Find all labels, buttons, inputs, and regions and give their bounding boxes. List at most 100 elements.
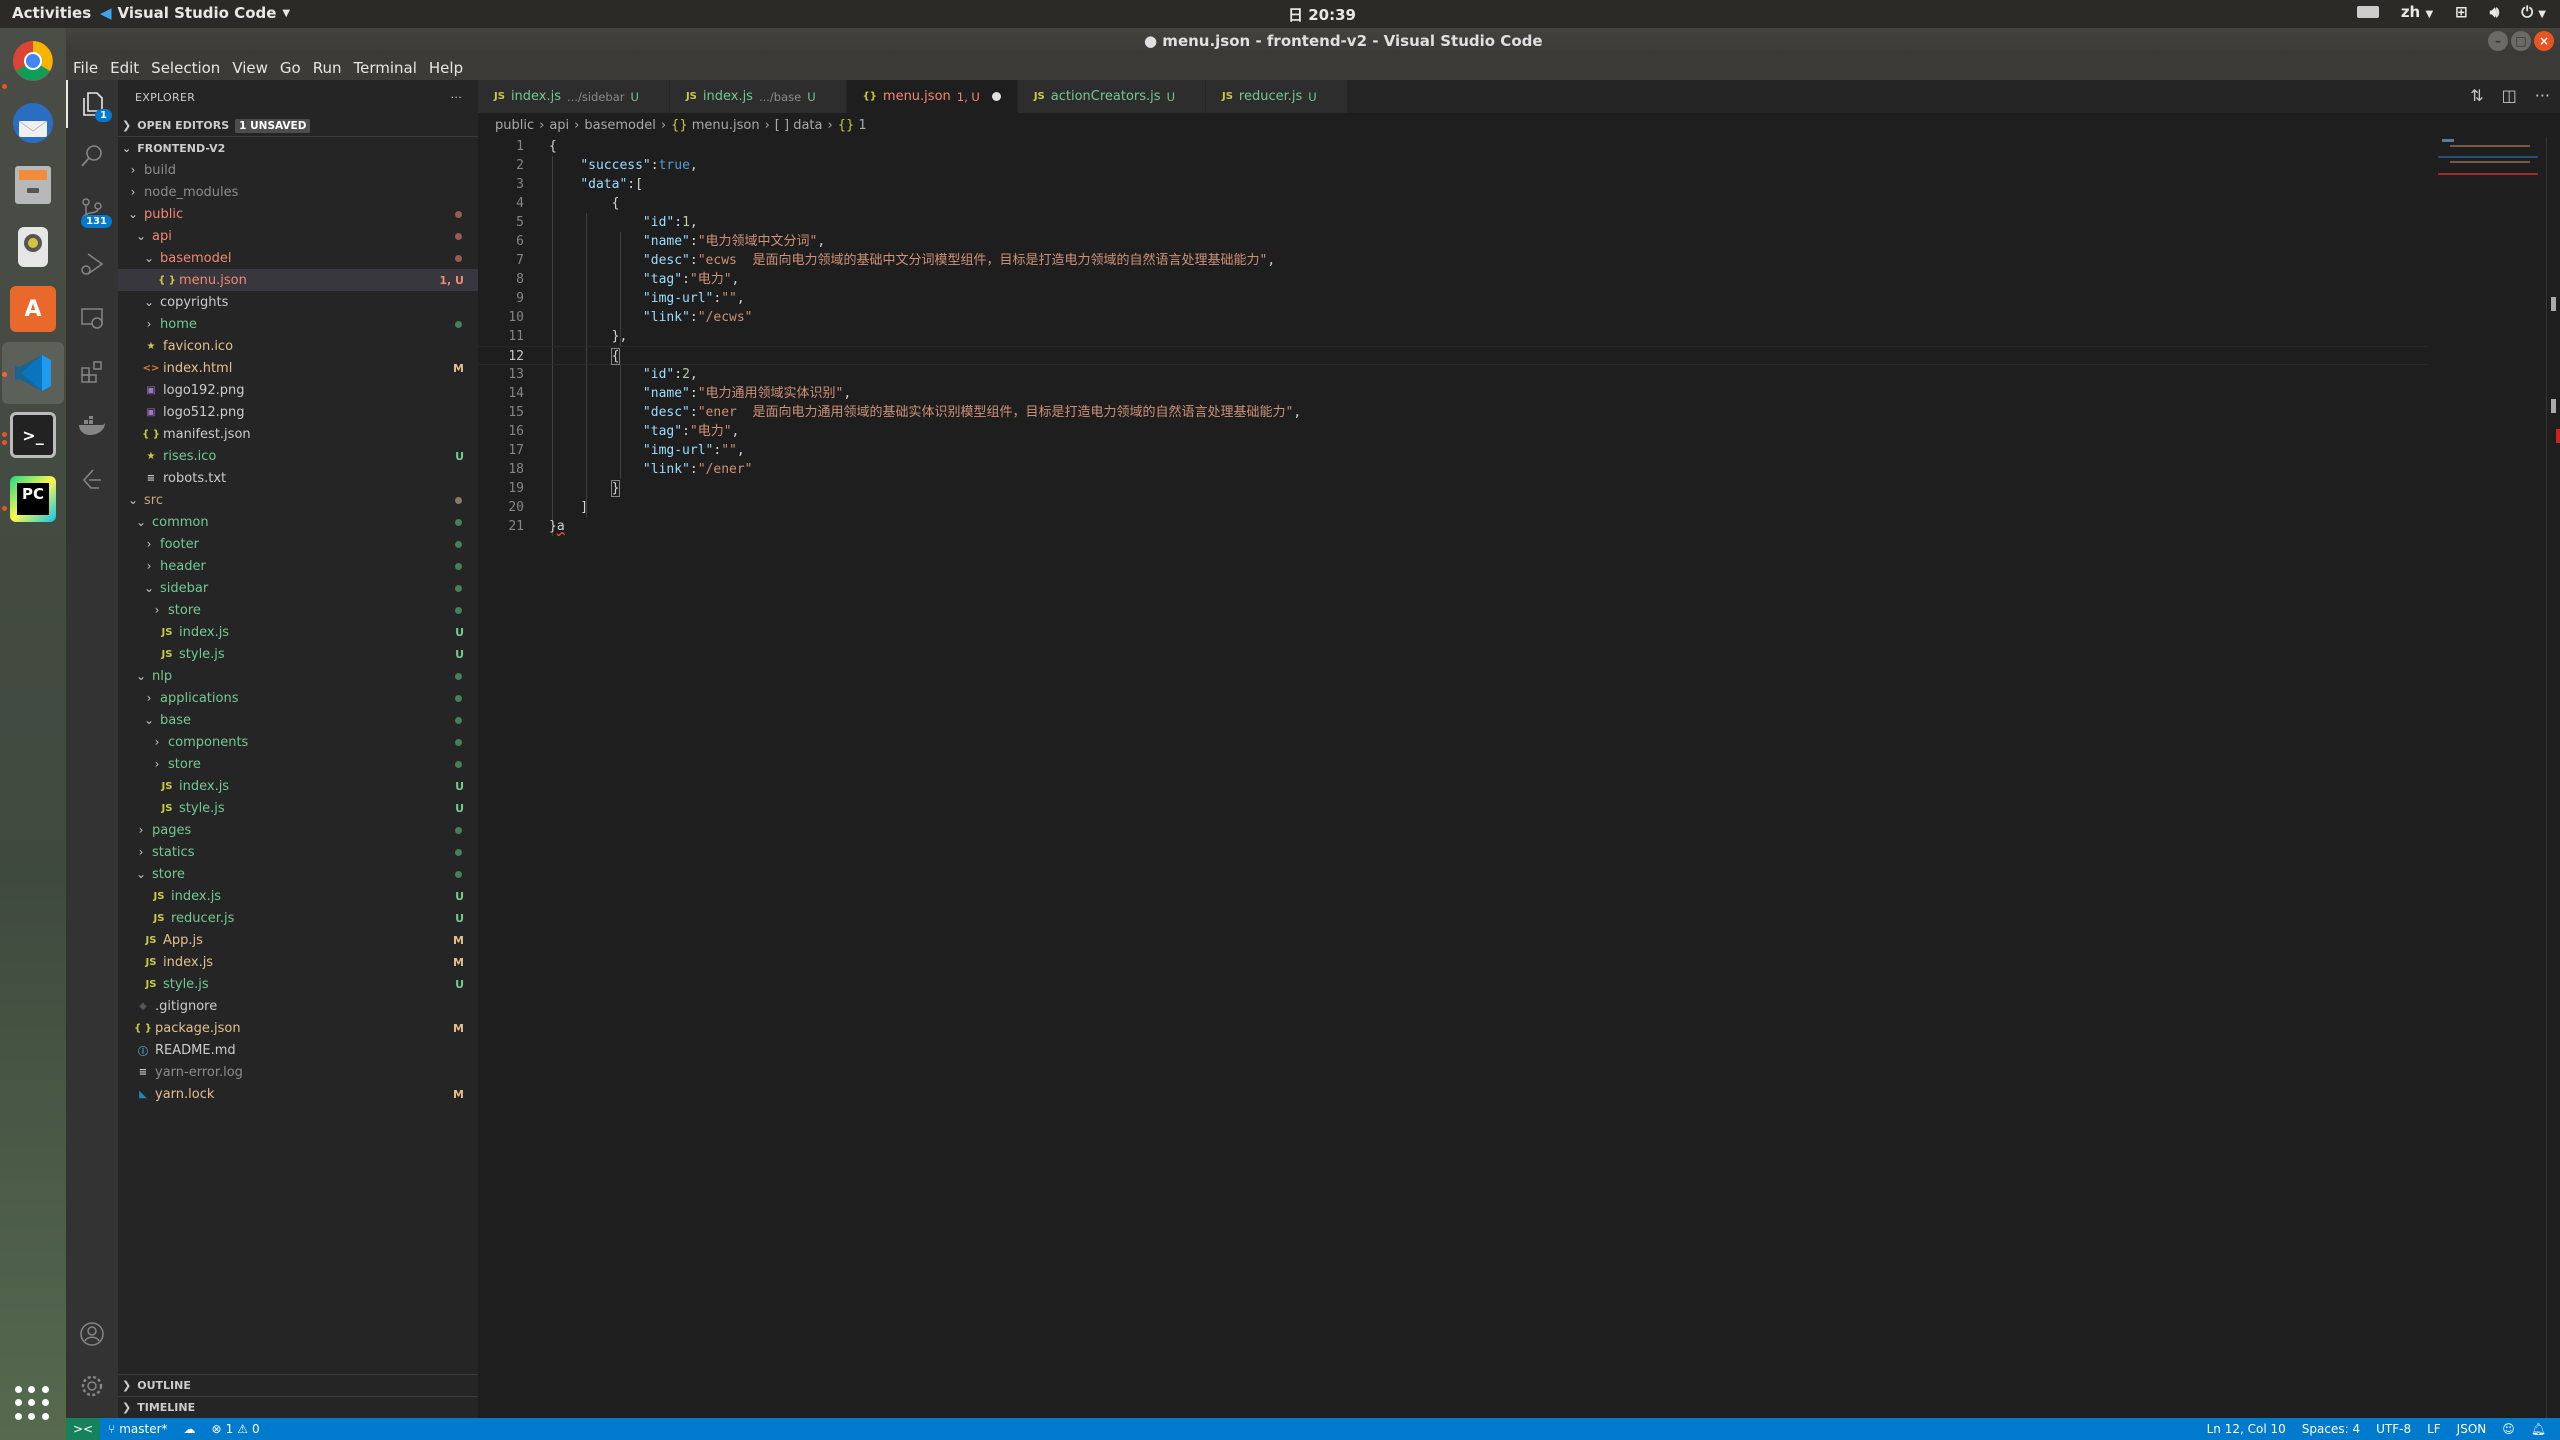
menu-go[interactable]: Go	[280, 59, 301, 77]
tree-file[interactable]: JS index.js U	[118, 621, 478, 643]
keyboard-icon[interactable]	[2356, 6, 2379, 18]
tree-folder[interactable]: › header	[118, 555, 478, 577]
activity-explorer[interactable]: 1	[66, 80, 118, 128]
menu-help[interactable]: Help	[429, 59, 463, 77]
dock-terminal[interactable]: >_	[10, 412, 56, 458]
menu-edit[interactable]: Edit	[110, 59, 139, 77]
vertical-scrollbar[interactable]	[2546, 137, 2560, 1418]
split-editor-icon[interactable]: ◫	[2502, 86, 2517, 105]
code-line[interactable]: 20 ]	[478, 498, 2478, 517]
maximize-button[interactable]: □	[2511, 31, 2531, 51]
code-line[interactable]: 15 "desc":"ener 是面向电力通用领域的基础实体识别模型组件，目标是…	[478, 403, 2478, 422]
breadcrumb-item[interactable]: {} 1	[838, 118, 867, 133]
tree-folder[interactable]: ⌄ public	[118, 203, 478, 225]
more-actions-button[interactable]: ···	[451, 91, 462, 104]
activity-search[interactable]	[66, 132, 118, 180]
tree-folder[interactable]: ⌄ sidebar	[118, 577, 478, 599]
code-line[interactable]: 2 "success":true,	[478, 156, 2478, 175]
tree-folder[interactable]: ⌄ src	[118, 489, 478, 511]
open-changes-icon[interactable]: ⇅	[2470, 86, 2483, 105]
tree-folder[interactable]: › applications	[118, 687, 478, 709]
code-line[interactable]: 12 {	[478, 346, 2428, 365]
editor-tab[interactable]: {} menu.json 1, U	[846, 80, 1018, 113]
tree-folder[interactable]: › footer	[118, 533, 478, 555]
tree-folder[interactable]: ⌄ basemodel	[118, 247, 478, 269]
tree-file[interactable]: { } package.json M	[118, 1017, 478, 1039]
tree-file[interactable]: ★ favicon.ico	[118, 335, 478, 357]
activity-run-debug[interactable]	[66, 240, 118, 288]
language-mode[interactable]: JSON	[2449, 1422, 2495, 1436]
tree-file[interactable]: { } manifest.json	[118, 423, 478, 445]
activity-docker[interactable]	[66, 402, 118, 450]
dock-thunderbird[interactable]	[10, 100, 56, 146]
tree-folder[interactable]: ⌄ copyrights	[118, 291, 478, 313]
activity-accounts[interactable]	[66, 1310, 118, 1358]
minimize-button[interactable]: –	[2488, 31, 2508, 51]
tree-folder[interactable]: ⌄ store	[118, 863, 478, 885]
sync-button[interactable]: ☁	[176, 1422, 204, 1436]
code-line[interactable]: 4 {	[478, 194, 2478, 213]
activity-manage[interactable]	[66, 1362, 118, 1410]
code-line[interactable]: 6 "name":"电力领域中文分词",	[478, 232, 2478, 251]
tree-folder[interactable]: › components	[118, 731, 478, 753]
tree-folder[interactable]: › pages	[118, 819, 478, 841]
code-line[interactable]: 14 "name":"电力通用领域实体识别",	[478, 384, 2478, 403]
more-actions-icon[interactable]: ···	[2535, 86, 2550, 105]
code-line[interactable]: 10 "link":"/ecws"	[478, 308, 2478, 327]
dock-vscode[interactable]	[2, 342, 64, 404]
tree-file[interactable]: JS style.js U	[118, 797, 478, 819]
minimap[interactable]	[2438, 137, 2538, 177]
activity-leetcode[interactable]	[66, 456, 118, 504]
menu-terminal[interactable]: Terminal	[354, 59, 417, 77]
code-line[interactable]: 16 "tag":"电力",	[478, 422, 2478, 441]
tree-folder[interactable]: ⌄ api	[118, 225, 478, 247]
tree-file[interactable]: <> index.html M	[118, 357, 478, 379]
code-editor[interactable]: 1{2 "success":true, 3 "data":[4 {5 "id":1…	[478, 137, 2478, 536]
tree-file[interactable]: JS reducer.js U	[118, 907, 478, 929]
open-editors-section[interactable]: ❯ OPEN EDITORS 1 UNSAVED	[118, 115, 478, 137]
dock-software[interactable]: A	[10, 286, 56, 332]
tree-folder[interactable]: ⌄ nlp	[118, 665, 478, 687]
code-line[interactable]: 7 "desc":"ecws 是面向电力领域的基础中文分词模型组件，目标是打造电…	[478, 251, 2478, 270]
tree-file[interactable]: JS index.js M	[118, 951, 478, 973]
tree-folder[interactable]: ⌄ common	[118, 511, 478, 533]
menu-selection[interactable]: Selection	[151, 59, 220, 77]
code-line[interactable]: 1{	[478, 137, 2478, 156]
menu-file[interactable]: File	[73, 59, 98, 77]
language-indicator[interactable]: zh ▼	[2401, 3, 2433, 21]
tree-file[interactable]: ≡ yarn-error.log	[118, 1061, 478, 1083]
dock-files[interactable]	[10, 162, 56, 208]
tree-file[interactable]: JS App.js M	[118, 929, 478, 951]
show-applications-button[interactable]	[15, 1386, 51, 1422]
code-line[interactable]: 9 "img-url":"",	[478, 289, 2478, 308]
activity-remote-explorer[interactable]	[66, 294, 118, 342]
tree-folder[interactable]: › home	[118, 313, 478, 335]
cursor-position[interactable]: Ln 12, Col 10	[2199, 1422, 2294, 1436]
activities-button[interactable]: Activities	[12, 4, 91, 22]
tree-file[interactable]: JS style.js U	[118, 643, 478, 665]
tree-folder[interactable]: › statics	[118, 841, 478, 863]
tree-file[interactable]: JS index.js U	[118, 775, 478, 797]
code-line[interactable]: 17 "img-url":"",	[478, 441, 2478, 460]
tree-file[interactable]: { } menu.json 1, U	[118, 269, 478, 291]
editor-tab[interactable]: JS actionCreators.js U	[1017, 80, 1206, 113]
network-icon[interactable]: ⊞	[2455, 3, 2468, 21]
tree-file[interactable]: ★ rises.ico U	[118, 445, 478, 467]
tree-file[interactable]: JS index.js U	[118, 885, 478, 907]
problems-indicator[interactable]: ⊗ 1 ⚠ 0	[204, 1422, 268, 1436]
tree-file[interactable]: ≡ robots.txt	[118, 467, 478, 489]
tree-file[interactable]: ▣ logo512.png	[118, 401, 478, 423]
indentation[interactable]: Spaces: 4	[2294, 1422, 2368, 1436]
code-line[interactable]: 5 "id":1,	[478, 213, 2478, 232]
remote-indicator[interactable]: ><	[66, 1418, 100, 1440]
tree-file[interactable]: ◆ .gitignore	[118, 995, 478, 1017]
editor-tab[interactable]: JS index.js .../sidebar U	[478, 80, 670, 113]
breadcrumb-item[interactable]: public	[495, 118, 534, 133]
outline-section[interactable]: ❯ OUTLINE	[118, 1374, 478, 1396]
code-line[interactable]: 18 "link":"/ener"	[478, 460, 2478, 479]
dock-pycharm[interactable]: PC	[10, 476, 56, 522]
encoding[interactable]: UTF-8	[2368, 1422, 2419, 1436]
close-button[interactable]: ×	[2534, 31, 2554, 51]
code-line[interactable]: 3 "data":[	[478, 175, 2478, 194]
menu-view[interactable]: View	[232, 59, 268, 77]
